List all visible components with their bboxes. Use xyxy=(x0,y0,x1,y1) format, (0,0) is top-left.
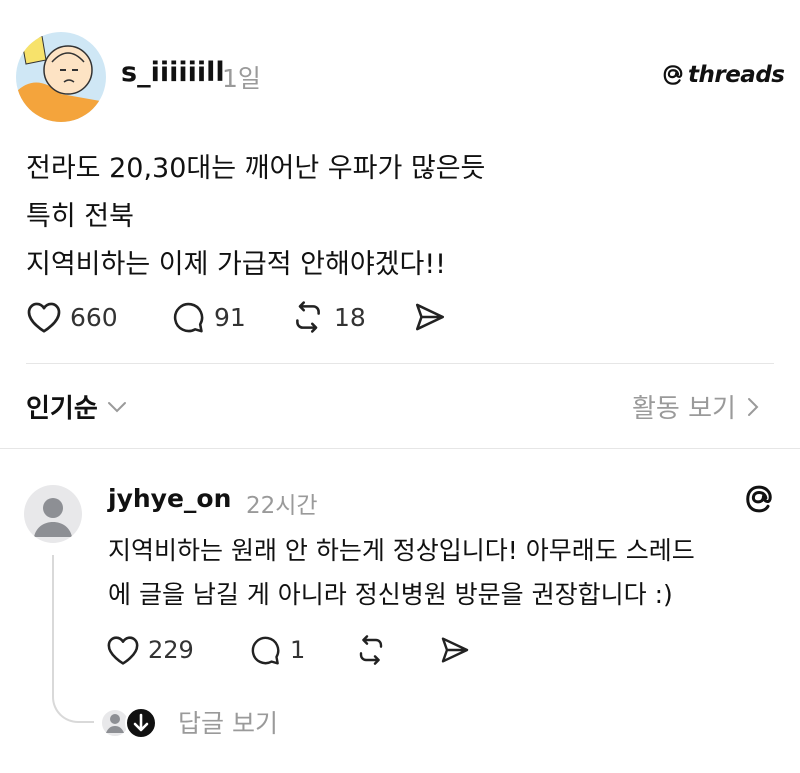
reply-username[interactable]: jyhye_on xyxy=(108,484,231,513)
threads-logo-icon xyxy=(663,65,683,85)
post-username[interactable]: s_iiiiiill xyxy=(121,57,225,88)
post-share-button[interactable] xyxy=(412,300,448,334)
reply-author-avatar[interactable] xyxy=(24,485,82,543)
reply-repost-button[interactable] xyxy=(354,634,388,666)
threads-logo-badge xyxy=(744,484,774,518)
view-replies-link[interactable]: 답글 보기 xyxy=(178,704,278,740)
activity-label: 활동 보기 xyxy=(632,394,736,424)
like-count: 660 xyxy=(70,302,118,332)
comment-icon xyxy=(173,302,204,333)
comment-icon xyxy=(251,636,280,665)
post-text-line: 전라도 20,30대는 깨어난 우파가 많은듯 xyxy=(26,153,486,184)
threads-logo-icon xyxy=(746,485,772,513)
replier-avatars-icon xyxy=(100,707,157,739)
share-icon xyxy=(415,303,445,331)
reply-text-line: 지역비하는 원래 안 하는게 정상입니다! 아무래도 스레드 xyxy=(108,536,695,565)
heart-icon xyxy=(27,302,61,333)
threads-brand: threads xyxy=(662,62,785,88)
replier-avatar-stack[interactable] xyxy=(98,706,162,744)
post-author-avatar[interactable] xyxy=(16,32,106,122)
post-like-button[interactable]: 660 xyxy=(26,300,118,334)
thread-connector-line xyxy=(52,555,94,723)
reply-like-button[interactable]: 229 xyxy=(106,634,194,666)
sort-label: 인기순 xyxy=(26,394,98,424)
repost-count: 18 xyxy=(334,302,366,332)
divider xyxy=(0,448,800,449)
like-count: 229 xyxy=(148,636,194,664)
default-avatar-icon xyxy=(24,485,82,543)
share-icon xyxy=(441,637,469,663)
chevron-right-icon xyxy=(747,397,759,416)
post-text-line: 특히 전북 xyxy=(26,201,134,232)
chevron-down-icon xyxy=(107,401,126,412)
comment-count: 1 xyxy=(290,636,306,664)
post-comment-button[interactable]: 91 xyxy=(170,300,246,334)
reply-share-button[interactable] xyxy=(438,634,472,666)
comment-count: 91 xyxy=(214,302,246,332)
post-repost-button[interactable]: 18 xyxy=(290,300,366,334)
post-text-line: 지역비하는 이제 가급적 안해야겠다!! xyxy=(26,249,446,280)
threads-wordmark: threads xyxy=(688,62,785,88)
repost-icon xyxy=(359,635,383,665)
reply-text-line: 에 글을 남길 게 아니라 정신병원 방문을 권장합니다 :) xyxy=(108,580,673,609)
reply-time: 22시간 xyxy=(246,493,318,519)
post-time: 1일 xyxy=(222,64,261,93)
divider xyxy=(26,363,774,364)
view-activity-link[interactable]: 활동 보기 xyxy=(632,388,760,425)
avatar-image xyxy=(16,32,106,122)
reply-comment-button[interactable]: 1 xyxy=(248,634,305,666)
sort-dropdown[interactable]: 인기순 xyxy=(26,388,128,425)
heart-icon xyxy=(107,636,139,665)
repost-icon xyxy=(296,301,320,333)
